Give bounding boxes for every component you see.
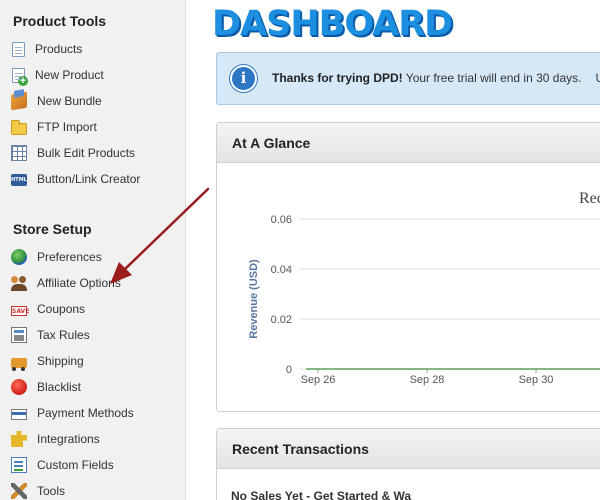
stop-icon bbox=[11, 379, 27, 395]
dashboard-logo: DASHBOARD bbox=[212, 4, 453, 44]
sidebar-item-ftp-import[interactable]: FTP Import bbox=[11, 117, 97, 137]
html-icon: HTML bbox=[11, 174, 27, 186]
sidebar-item-preferences[interactable]: Preferences bbox=[11, 247, 102, 267]
credit-card-icon bbox=[11, 409, 27, 420]
sidebar-item-button-link-creator[interactable]: HTML Button/Link Creator bbox=[11, 169, 140, 189]
trial-message-text: Your free trial will end in 30 days. bbox=[402, 71, 582, 85]
sidebar-item-label: Preferences bbox=[37, 250, 102, 264]
sidebar-item-label: Button/Link Creator bbox=[37, 172, 141, 186]
sidebar-item-bulk-edit-products[interactable]: Bulk Edit Products bbox=[11, 143, 135, 163]
tools-icon bbox=[11, 483, 27, 499]
sidebar-item-label: Blacklist bbox=[37, 380, 82, 394]
panel-title: At A Glance bbox=[217, 123, 600, 163]
y-tick-label: 0.04 bbox=[271, 264, 292, 276]
puzzle-icon bbox=[11, 431, 27, 447]
y-axis-label: Revenue (USD) bbox=[248, 259, 260, 339]
x-tick-label: Sep 26 bbox=[301, 374, 336, 386]
trial-notice: i Thanks for trying DPD! Your free trial… bbox=[216, 52, 600, 105]
panel-title: Recent Transactions bbox=[217, 429, 600, 469]
sidebar-item-affiliate-options[interactable]: Affiliate Options bbox=[11, 273, 121, 293]
sidebar-item-label: Products bbox=[35, 42, 83, 56]
info-icon: i bbox=[230, 65, 257, 92]
sidebar-item-coupons[interactable]: SAVE Coupons bbox=[11, 299, 85, 319]
sidebar-item-products[interactable]: Products bbox=[11, 39, 82, 59]
sidebar-item-label: New Bundle bbox=[37, 94, 102, 108]
sidebar-item-new-product[interactable]: New Product bbox=[11, 65, 104, 86]
sidebar-item-label: Affiliate Options bbox=[37, 276, 121, 290]
section-title-product-tools: Product Tools bbox=[13, 13, 107, 29]
trial-message-bold: Thanks for trying DPD! bbox=[272, 71, 403, 85]
sidebar-item-label: Payment Methods bbox=[37, 406, 134, 420]
sidebar: Product Tools Products New Product New B… bbox=[0, 0, 186, 500]
revenue-chart: Rec 0 0.02 0.04 0.06 Revenue (USD) Sep 26 Sep 2… bbox=[248, 190, 600, 386]
section-title-store-setup: Store Setup bbox=[13, 221, 92, 237]
sidebar-item-label: New Product bbox=[35, 68, 104, 82]
globe-icon bbox=[11, 249, 27, 265]
sidebar-item-integrations[interactable]: Integrations bbox=[11, 429, 100, 449]
sidebar-item-tools[interactable]: Tools bbox=[11, 481, 65, 500]
bundle-icon bbox=[11, 91, 27, 111]
no-sales-message: No Sales Yet - Get Started & Wa bbox=[231, 489, 412, 500]
y-tick-label: 0 bbox=[286, 364, 292, 376]
y-tick-label: 0.06 bbox=[271, 214, 292, 226]
people-icon bbox=[11, 275, 27, 291]
y-tick-label: 0.02 bbox=[271, 314, 292, 326]
trial-message: Thanks for trying DPD! Your free trial w… bbox=[272, 71, 600, 85]
folder-icon bbox=[11, 119, 27, 135]
sidebar-item-label: Custom Fields bbox=[37, 458, 114, 472]
document-icon bbox=[12, 41, 25, 57]
sidebar-item-label: Coupons bbox=[37, 302, 86, 316]
sidebar-item-label: Shipping bbox=[37, 354, 84, 368]
sidebar-item-tax-rules[interactable]: Tax Rules bbox=[11, 325, 90, 345]
at-a-glance-panel: At A Glance Rec 0 0.02 0.04 0.06 Revenue (USD… bbox=[216, 122, 600, 412]
save-coupon-icon: SAVE bbox=[11, 305, 30, 316]
grid-icon bbox=[11, 145, 27, 161]
calculator-icon bbox=[11, 327, 27, 343]
x-tick-label: Sep 28 bbox=[410, 374, 445, 386]
sidebar-item-payment-methods[interactable]: Payment Methods bbox=[11, 403, 134, 423]
sidebar-item-shipping[interactable]: Shipping bbox=[11, 351, 84, 371]
form-icon bbox=[11, 457, 27, 473]
sidebar-item-custom-fields[interactable]: Custom Fields bbox=[11, 455, 114, 475]
chart-title: Rec bbox=[579, 190, 600, 207]
sidebar-item-blacklist[interactable]: Blacklist bbox=[11, 377, 81, 397]
sidebar-item-new-bundle[interactable]: New Bundle bbox=[11, 91, 102, 111]
sidebar-item-label: Tools bbox=[37, 484, 66, 498]
trial-message-trailing[interactable]: U bbox=[595, 71, 600, 85]
new-document-icon bbox=[12, 67, 28, 86]
sidebar-item-label: Tax Rules bbox=[37, 328, 90, 342]
sidebar-item-label: FTP Import bbox=[37, 120, 97, 134]
sidebar-item-label: Integrations bbox=[37, 432, 100, 446]
truck-icon bbox=[11, 357, 27, 371]
sidebar-item-label: Bulk Edit Products bbox=[37, 146, 136, 160]
x-tick-label: Sep 30 bbox=[519, 374, 554, 386]
